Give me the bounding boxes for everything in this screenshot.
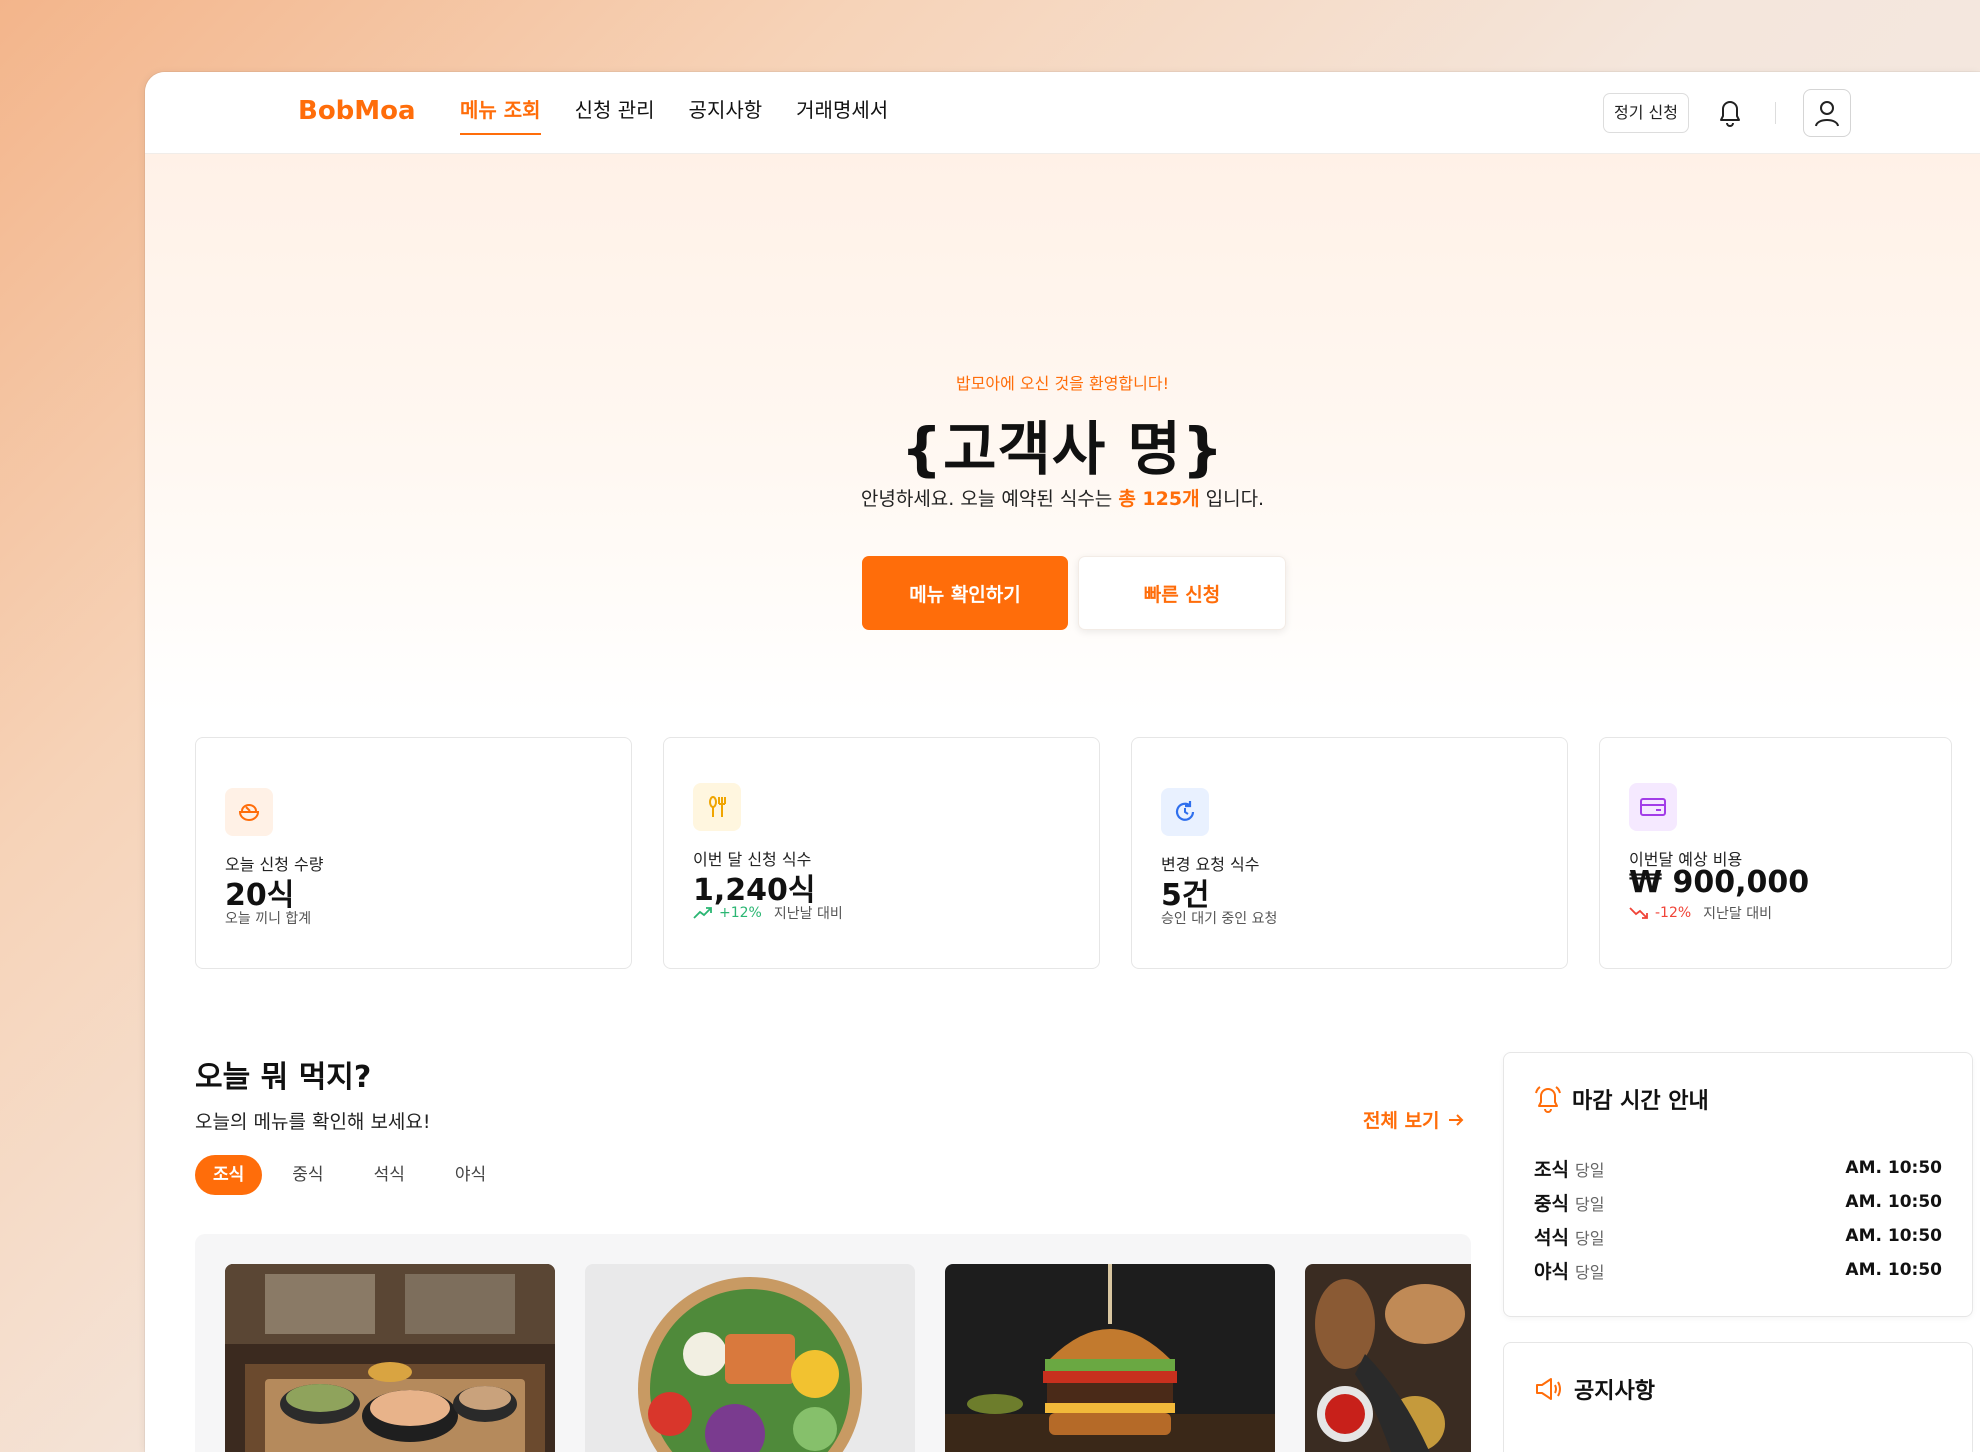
app-window: BobMoa 메뉴 조회 신청 관리 공지사항 거래명세서 정기 신청 밥모아에… (145, 72, 1980, 1452)
utensils-icon (693, 783, 741, 831)
meal-deadline-time: AM. 10:50 (1845, 1158, 1942, 1178)
section-subtitle: 오늘의 메뉴를 확인해 보세요! (195, 1111, 431, 1133)
section-title: 오늘 뭐 먹지? (195, 1060, 372, 1095)
arrow-right-icon (1448, 1113, 1463, 1126)
nav-request-management[interactable]: 신청 관리 (575, 94, 655, 135)
trend-note: 지난날 대비 (773, 906, 843, 922)
menu-item-image[interactable] (945, 1264, 1275, 1452)
nav-statements[interactable]: 거래명세서 (796, 94, 888, 135)
user-profile-button[interactable] (1803, 89, 1851, 137)
summary-suffix: 입니다. (1199, 488, 1265, 510)
meal-name: 중식 (1534, 1192, 1569, 1215)
megaphone-icon (1536, 1378, 1561, 1400)
welcome-text: 밥모아에 오신 것을 환영합니다! (955, 374, 1170, 393)
quick-request-button[interactable]: 빠른 신청 (1078, 556, 1286, 630)
alarm-bell-icon (1535, 1086, 1561, 1113)
tab-lunch[interactable]: 중식 (272, 1155, 343, 1195)
meal-deadline-time: AM. 10:50 (1845, 1192, 1942, 1212)
deadline-row: 중식 당일 AM. 10:50 (1534, 1187, 1942, 1217)
trend-down-icon (1629, 907, 1648, 919)
meal-tabs: 조식 중식 석식 야식 (195, 1155, 506, 1195)
tab-breakfast[interactable]: 조식 (195, 1155, 263, 1195)
deadline-title: 마감 시간 안내 (1534, 1083, 1709, 1115)
meal-when: 당일 (1574, 1228, 1605, 1248)
stat-value: ₩ 900,000 (1629, 865, 1810, 900)
notice-title-text: 공지사항 (1574, 1379, 1655, 1404)
meal-when: 당일 (1574, 1160, 1605, 1180)
meal-name: 조식 (1534, 1158, 1569, 1181)
main-nav: 메뉴 조회 신청 관리 공지사항 거래명세서 (460, 94, 888, 135)
view-menu-button[interactable]: 메뉴 확인하기 (862, 556, 1068, 630)
hero-section: 밥모아에 오신 것을 환영합니다! {고객사 명} 안녕하세요. 오늘 예약된 … (145, 154, 1980, 714)
user-icon (1815, 101, 1839, 127)
meal-when: 당일 (1574, 1194, 1605, 1214)
view-all-link[interactable]: 전체 보기 (1363, 1106, 1464, 1133)
nav-notices[interactable]: 공지사항 (689, 94, 763, 135)
stat-card-cost: 이번달 예상 비용 ₩ 900,000 -12% 지난달 대비 (1599, 737, 1952, 969)
menu-item-image[interactable] (585, 1264, 915, 1452)
stat-card-month: 이번 달 신청 식수 1,240식 +12% 지난날 대비 (663, 737, 1100, 969)
tab-late-night[interactable]: 야식 (435, 1155, 506, 1195)
stat-trend: +12% 지난날 대비 (693, 903, 843, 923)
deadline-title-text: 마감 시간 안내 (1572, 1089, 1709, 1114)
regular-request-button[interactable]: 정기 신청 (1603, 93, 1689, 133)
meal-deadline-time: AM. 10:50 (1845, 1260, 1942, 1280)
logo[interactable]: BobMoa (298, 96, 416, 126)
deadline-row: 조식 당일 AM. 10:50 (1534, 1153, 1942, 1183)
bell-icon[interactable] (1715, 97, 1745, 129)
deadline-row: 야식 당일 AM. 10:50 (1534, 1255, 1942, 1285)
deadline-panel: 마감 시간 안내 조식 당일 AM. 10:50 중식 당일 AM. 10:50 석… (1503, 1052, 1973, 1317)
menu-carousel (195, 1234, 1471, 1452)
card-icon (1629, 783, 1677, 831)
company-name-title: {고객사 명} (900, 415, 1225, 483)
notice-panel: 공지사항 (1503, 1342, 1973, 1452)
trend-value: +12% (719, 905, 762, 921)
meal-when: 당일 (1574, 1262, 1605, 1282)
summary-prefix: 안녕하세요. 오늘 예약된 식수는 (860, 488, 1119, 510)
bowl-icon (225, 788, 273, 836)
stat-card-changes: 변경 요청 식수 5건 승인 대기 중인 요청 (1131, 737, 1568, 969)
reservation-summary: 안녕하세요. 오늘 예약된 식수는 총 125개 입니다. (145, 484, 1980, 511)
nav-menu-view[interactable]: 메뉴 조회 (460, 94, 541, 135)
stat-trend: -12% 지난달 대비 (1629, 903, 1772, 923)
meal-name: 석식 (1534, 1226, 1569, 1249)
view-all-label: 전체 보기 (1363, 1110, 1440, 1132)
divider (1775, 102, 1776, 124)
menu-item-image[interactable] (1305, 1264, 1471, 1452)
refresh-icon (1161, 788, 1209, 836)
top-navigation: BobMoa 메뉴 조회 신청 관리 공지사항 거래명세서 정기 신청 (145, 72, 1980, 154)
tab-dinner[interactable]: 석식 (354, 1155, 425, 1195)
stat-note: 승인 대기 중인 요청 (1161, 911, 1278, 927)
reservation-count: 총 125개 (1118, 488, 1200, 510)
deadline-row: 석식 당일 AM. 10:50 (1534, 1221, 1942, 1251)
stat-note: 오늘 끼니 합계 (225, 911, 312, 927)
menu-item-image[interactable] (225, 1264, 555, 1452)
trend-value: -12% (1655, 905, 1692, 921)
meal-deadline-time: AM. 10:50 (1845, 1226, 1942, 1246)
notice-title: 공지사항 (1534, 1373, 1655, 1405)
meal-name: 야식 (1534, 1260, 1569, 1283)
stat-card-today: 오늘 신청 수량 20식 오늘 끼니 합계 (195, 737, 632, 969)
trend-up-icon (693, 907, 712, 919)
trend-note: 지난달 대비 (1703, 906, 1773, 922)
